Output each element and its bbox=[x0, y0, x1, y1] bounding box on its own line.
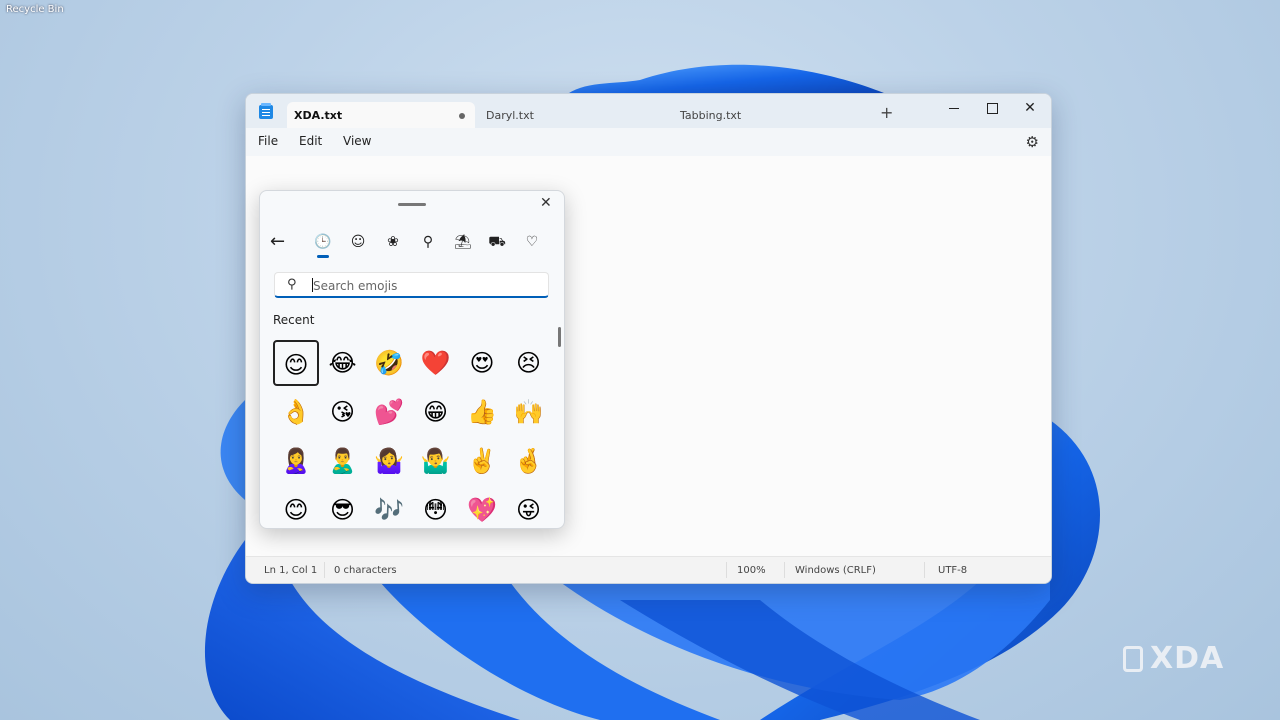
recycle-bin-label[interactable]: Recycle Bin bbox=[6, 4, 64, 15]
tab-xda-txt[interactable]: XDA.txt bbox=[287, 102, 475, 128]
minimize-icon bbox=[949, 107, 959, 109]
celebration-icon[interactable]: ⛱ bbox=[452, 231, 474, 253]
unsaved-indicator-icon bbox=[459, 113, 465, 119]
emoji-button[interactable]: 😊 bbox=[273, 487, 319, 528]
status-divider bbox=[324, 562, 325, 578]
title-bar: XDA.txt Daryl.txt Tabbing.txt + ✕ bbox=[246, 94, 1051, 128]
gear-icon[interactable]: ⚙ bbox=[1026, 133, 1039, 151]
smiley-icon[interactable]: ☺ bbox=[347, 231, 369, 253]
tab-tabbing-txt[interactable]: Tabbing.txt bbox=[680, 102, 741, 128]
section-recent-label: Recent bbox=[273, 313, 315, 327]
food-icon[interactable]: ⚲ bbox=[417, 231, 439, 253]
back-arrow-icon[interactable]: ← bbox=[270, 231, 285, 253]
emoji-button[interactable]: 😎 bbox=[320, 487, 366, 528]
emoji-button[interactable]: 😁 bbox=[413, 389, 459, 435]
tab-label: Daryl.txt bbox=[486, 108, 534, 122]
heart-icon[interactable]: ♡ bbox=[521, 231, 543, 253]
close-window-button[interactable]: ✕ bbox=[1012, 97, 1048, 119]
emoji-search-input[interactable] bbox=[311, 276, 545, 296]
cursor-position: Ln 1, Col 1 bbox=[264, 565, 318, 576]
status-divider bbox=[784, 562, 785, 578]
emoji-button[interactable]: 😘 bbox=[320, 389, 366, 435]
emoji-button[interactable]: 🙎‍♀️ bbox=[273, 438, 319, 484]
zoom-level[interactable]: 100% bbox=[737, 565, 766, 576]
emoji-button[interactable]: 😜 bbox=[506, 487, 552, 528]
emoji-panel: ✕ ← 🕒 ☺ ❀ ⚲ ⛱ ⛟ ♡ ⚲ Recent 😊😂🤣❤️😍😣👌😘💕😁👍🙌… bbox=[259, 190, 565, 529]
emoji-button[interactable]: ❤️ bbox=[413, 340, 459, 386]
menu-view[interactable]: View bbox=[343, 134, 371, 148]
menu-edit[interactable]: Edit bbox=[299, 134, 322, 148]
encoding[interactable]: UTF-8 bbox=[938, 565, 967, 576]
emoji-button[interactable]: 🙎‍♂️ bbox=[320, 438, 366, 484]
tab-daryl-txt[interactable]: Daryl.txt bbox=[486, 102, 534, 128]
emoji-button[interactable]: 😳 bbox=[413, 487, 459, 528]
tab-label: Tabbing.txt bbox=[680, 108, 742, 122]
xda-logo-icon bbox=[1123, 646, 1143, 672]
emoji-search-box[interactable]: ⚲ bbox=[274, 272, 549, 298]
emoji-button[interactable]: 🤞 bbox=[506, 438, 552, 484]
emoji-button[interactable]: 😣 bbox=[506, 340, 552, 386]
emoji-button[interactable]: 💖 bbox=[459, 487, 505, 528]
scrollbar-thumb[interactable] bbox=[558, 327, 561, 347]
recent-icon[interactable]: 🕒 bbox=[312, 231, 334, 258]
menu-bar: File Edit View ⚙ bbox=[246, 128, 1051, 156]
emoji-button[interactable]: 😊 bbox=[273, 340, 319, 386]
notepad-app-icon bbox=[259, 103, 273, 119]
search-icon: ⚲ bbox=[287, 277, 297, 292]
status-divider bbox=[924, 562, 925, 578]
tab-label: XDA.txt bbox=[294, 108, 343, 122]
maximize-button[interactable] bbox=[974, 97, 1010, 119]
emoji-button[interactable]: 🤷‍♀️ bbox=[366, 438, 412, 484]
emoji-button[interactable]: 🎶 bbox=[366, 487, 412, 528]
minimize-button[interactable] bbox=[936, 97, 972, 119]
menu-file[interactable]: File bbox=[258, 134, 278, 148]
xda-watermark: XDA bbox=[1150, 641, 1225, 676]
emoji-button[interactable]: 👌 bbox=[273, 389, 319, 435]
line-ending[interactable]: Windows (CRLF) bbox=[795, 565, 876, 576]
emoji-button[interactable]: 🤣 bbox=[366, 340, 412, 386]
new-tab-button[interactable]: + bbox=[880, 105, 893, 121]
car-icon[interactable]: ⛟ bbox=[486, 231, 508, 253]
status-divider bbox=[726, 562, 727, 578]
emoji-button[interactable]: 🙌 bbox=[506, 389, 552, 435]
emoji-button[interactable]: 🤷‍♂️ bbox=[413, 438, 459, 484]
emoji-button[interactable]: ✌️ bbox=[459, 438, 505, 484]
emoji-button[interactable]: 💕 bbox=[366, 389, 412, 435]
emoji-button[interactable]: 👍 bbox=[459, 389, 505, 435]
people-icon[interactable]: ❀ bbox=[382, 231, 404, 253]
character-count: 0 characters bbox=[334, 565, 397, 576]
maximize-icon bbox=[986, 102, 998, 114]
emoji-button[interactable]: 😍 bbox=[459, 340, 505, 386]
emoji-button[interactable]: 😂 bbox=[320, 340, 366, 386]
text-caret bbox=[312, 278, 313, 292]
status-bar: Ln 1, Col 1 0 characters 100% Windows (C… bbox=[246, 556, 1051, 583]
close-panel-button[interactable]: ✕ bbox=[540, 195, 552, 211]
drag-handle[interactable] bbox=[398, 203, 426, 206]
